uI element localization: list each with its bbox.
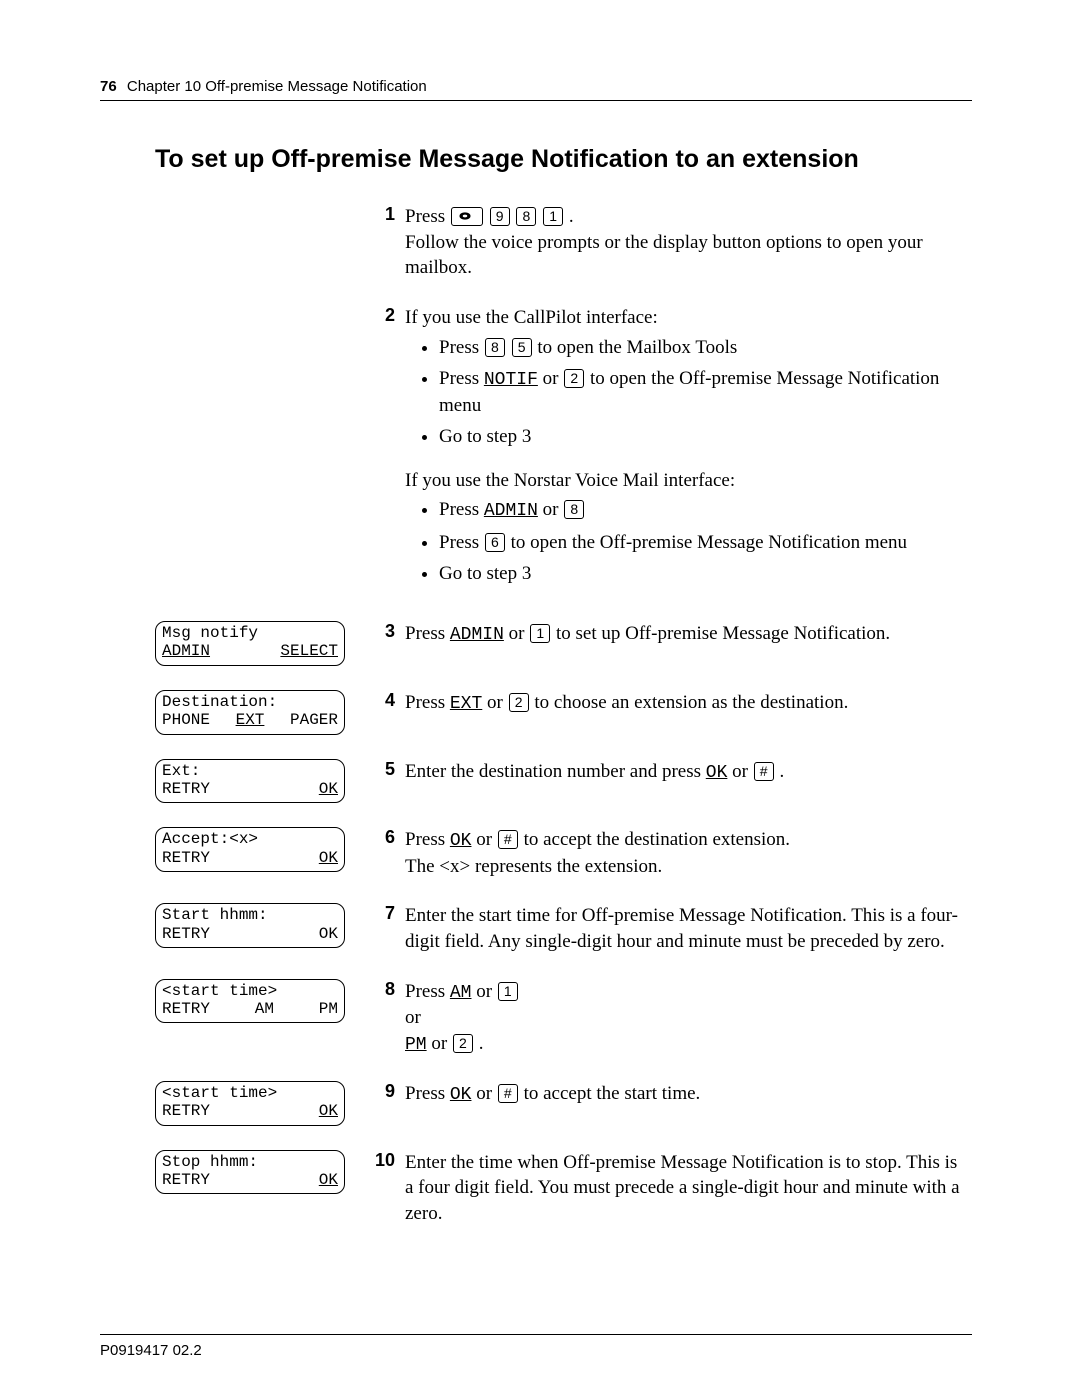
document-page: 76 Chapter 10 Off-premise Message Notifi…: [0, 0, 1080, 1397]
key-1: 1: [543, 207, 563, 226]
key-2: 2: [564, 369, 584, 388]
running-header: 76 Chapter 10 Off-premise Message Notifi…: [100, 78, 427, 95]
step-number: 2: [365, 305, 405, 326]
step-body: Enter the start time for Off-premise Mes…: [405, 903, 970, 954]
lcd-display: Ext: RETRY OK: [155, 759, 345, 804]
key-9: 9: [490, 207, 510, 226]
step-row: 2 If you use the CallPilot interface: Pr…: [155, 305, 970, 597]
feature-key-icon: [451, 207, 483, 226]
step-body: If you use the CallPilot interface: Pres…: [405, 305, 970, 597]
step-body: Enter the time when Off-premise Message …: [405, 1150, 970, 1227]
key-8: 8: [564, 500, 584, 519]
rule-bottom: [100, 1334, 972, 1335]
step-number: 3: [365, 621, 405, 642]
softkey-notif: NOTIF: [484, 370, 538, 390]
section-title: To set up Off-premise Message Notificati…: [155, 145, 980, 174]
key-hash: #: [754, 762, 774, 781]
key-2: 2: [453, 1034, 473, 1053]
step-body: Press ADMIN or 1 to set up Off-premise M…: [405, 621, 970, 647]
list-item: Press NOTIF or 2 to open the Off-premise…: [439, 366, 970, 418]
step-body: Press 9 8 1 . Follow the voice prompts o…: [405, 204, 970, 281]
softkey-admin: ADMIN: [484, 501, 538, 521]
step-row: Destination: PHONE EXT PAGER 4 Press EXT…: [155, 690, 970, 735]
step-row: Stop hhmm: RETRY OK 10 Enter the time wh…: [155, 1150, 970, 1227]
lcd-display: Stop hhmm: RETRY OK: [155, 1150, 345, 1195]
list-item: Press 6 to open the Off-premise Message …: [439, 530, 970, 556]
step-number: 1: [365, 204, 405, 225]
softkey-pm: PM: [405, 1035, 427, 1055]
key-hash: #: [498, 1084, 518, 1103]
lcd-display: <start time> RETRY OK: [155, 1081, 345, 1126]
key-2: 2: [509, 693, 529, 712]
list-item: Press ADMIN or 8: [439, 497, 970, 523]
step-row: Msg notify ADMIN SELECT 3 Press ADMIN or…: [155, 621, 970, 666]
key-6: 6: [485, 533, 505, 552]
step-body: Press OK or # to accept the destination …: [405, 827, 970, 879]
list-item: Go to step 3: [439, 561, 970, 587]
lcd-display: Accept:<x> RETRY OK: [155, 827, 345, 872]
key-1: 1: [498, 982, 518, 1001]
chapter-title: Chapter 10 Off-premise Message Notificat…: [127, 78, 427, 95]
key-1: 1: [530, 624, 550, 643]
softkey-am: AM: [450, 983, 472, 1003]
lcd-display: Start hhmm: RETRY OK: [155, 903, 345, 948]
softkey-ok: OK: [706, 763, 728, 783]
step-row: <start time> RETRY AM PM 8 Press AM or 1…: [155, 979, 970, 1057]
step-row: Start hhmm: RETRY OK 7 Enter the start t…: [155, 903, 970, 954]
key-hash: #: [498, 830, 518, 849]
list-item: Press 8 5 to open the Mailbox Tools: [439, 335, 970, 361]
document-id: P0919417 02.2: [100, 1342, 202, 1359]
step-row: <start time> RETRY OK 9 Press OK or # to…: [155, 1081, 970, 1126]
rule-top: [100, 100, 972, 101]
step-body: Press EXT or 2 to choose an extension as…: [405, 690, 970, 716]
page-number: 76: [100, 78, 117, 95]
step-number: 9: [365, 1081, 405, 1102]
step-number: 8: [365, 979, 405, 1000]
step-number: 7: [365, 903, 405, 924]
lcd-display: <start time> RETRY AM PM: [155, 979, 345, 1024]
content-area: 1 Press 9 8 1 . Follow the voice prompts…: [155, 204, 970, 1227]
softkey-ext: EXT: [450, 694, 482, 714]
softkey-ok: OK: [450, 831, 472, 851]
step-number: 4: [365, 690, 405, 711]
lcd-display: Destination: PHONE EXT PAGER: [155, 690, 345, 735]
step-body: Press AM or 1 or PM or 2 .: [405, 979, 970, 1057]
step-number: 6: [365, 827, 405, 848]
key-5: 5: [512, 338, 532, 357]
step-body: Press OK or # to accept the start time.: [405, 1081, 970, 1107]
step-number: 5: [365, 759, 405, 780]
list-item: Go to step 3: [439, 424, 970, 450]
step-row: Accept:<x> RETRY OK 6 Press OK or # to a…: [155, 827, 970, 879]
step-row: 1 Press 9 8 1 . Follow the voice prompts…: [155, 204, 970, 281]
key-8: 8: [485, 338, 505, 357]
softkey-ok: OK: [450, 1085, 472, 1105]
key-8: 8: [516, 207, 536, 226]
step-body: Enter the destination number and press O…: [405, 759, 970, 785]
step-row: Ext: RETRY OK 5 Enter the destination nu…: [155, 759, 970, 804]
softkey-admin: ADMIN: [450, 625, 504, 645]
lcd-display: Msg notify ADMIN SELECT: [155, 621, 345, 666]
step-number: 10: [365, 1150, 405, 1171]
